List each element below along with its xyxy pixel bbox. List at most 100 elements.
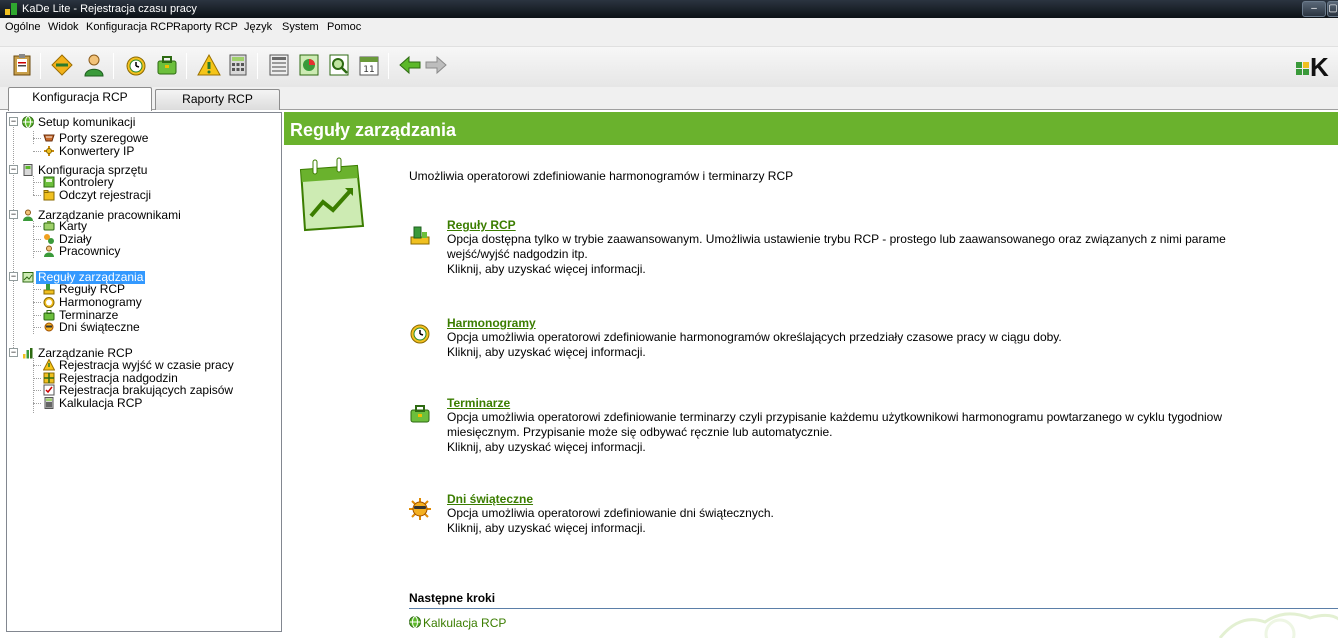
alarm-clock-icon [410,324,430,344]
next-step-link[interactable]: Kalkulacja RCP [409,616,506,631]
alarm-clock-icon[interactable] [124,53,148,77]
warning-person-icon[interactable] [197,53,221,77]
navigation-tree[interactable]: − Setup komunikacji Porty szeregowe Konw… [6,112,282,632]
calendar-icon[interactable]: 11 [357,53,381,77]
menu-bar: Ogólne Widok Konfiguracja RCP Raporty RC… [0,18,1338,47]
tree-label: Odczyt rejestracji [59,188,152,202]
users-icon [23,209,33,221]
toolbar: 11 K [0,47,1338,87]
card-icon [43,221,55,231]
title-bar: KaDe Lite - Rejestracja czasu pracy – ▢ [0,0,1338,18]
more-info-link[interactable]: Kliknij, aby uzyskać więcej informacji. [447,521,1338,536]
network-icon[interactable] [50,53,74,77]
rules-calendar-icon [22,272,34,283]
maximize-button[interactable]: ▢ [1327,1,1338,17]
link-terminarze[interactable]: Terminarze [447,396,510,411]
intro-text: Umożliwia operatorowi zdefiniowanie harm… [409,169,794,183]
menu-ogolne[interactable]: Ogólne [4,20,41,34]
collapse-toggle[interactable]: − [9,117,18,126]
app-icon [5,3,17,15]
calculator-icon [44,397,54,409]
calculator-icon[interactable] [226,53,250,77]
briefcase-icon [43,310,55,321]
kade-logo: K [1296,53,1329,81]
tree-label: Kalkulacja RCP [59,396,143,410]
next-steps-heading: Następne kroki [409,591,1338,609]
briefcase-icon[interactable] [155,53,179,77]
link-harmonogramy[interactable]: Harmonogramy [447,316,536,331]
description-line: miesięcznym. Przypisanie może się odbywa… [447,425,833,439]
collapse-toggle[interactable]: − [9,272,18,281]
page-title: Reguły zarządzania [284,112,1338,145]
section-terminarze: Terminarze Opcja umożliwia operatorowi z… [409,396,1338,456]
bar-chart-icon [23,348,33,359]
toolbar-separator [186,53,187,79]
user-icon [44,245,54,257]
departments-icon [44,234,54,244]
minimize-button[interactable]: – [1302,1,1326,17]
next-step-label: Kalkulacja RCP [423,616,507,630]
checklist-icon [43,384,55,396]
content-panel: Reguły zarządzania Umożliwia operatorowi… [284,112,1338,638]
calendar-chart-icon [299,157,365,232]
more-info-link[interactable]: Kliknij, aby uzyskać więcej informacji. [447,440,1338,455]
link-reguly-rcp[interactable]: Reguły RCP [447,218,516,233]
back-arrow-icon[interactable] [398,53,422,77]
grid-table-icon [43,372,55,384]
description-line: Opcja dostępna tylko w trybie zaawansowa… [447,232,1226,246]
chart-report-icon[interactable] [297,53,321,77]
collapse-toggle[interactable]: − [9,165,18,174]
tree-label: Dni świąteczne [59,320,140,334]
collapse-toggle[interactable]: − [9,210,18,219]
tree-label: Setup komunikacji [38,115,136,129]
tab-raporty-rcp[interactable]: Raporty RCP [155,89,280,110]
section-description: Opcja umożliwia operatorowi zdefiniowani… [447,410,1338,455]
sun-icon [409,498,431,520]
link-dni-swiateczne[interactable]: Dni świąteczne [447,492,533,507]
menu-pomoc[interactable]: Pomoc [326,20,362,34]
rules-rcp-icon [410,226,430,245]
toolbar-separator [113,53,114,79]
sun-icon [44,322,54,332]
collapse-toggle[interactable]: − [9,348,18,357]
alarm-clock-icon [43,297,55,308]
section-description: Opcja umożliwia operatorowi zdefiniowani… [447,330,1338,360]
menu-konfiguracja-rcp[interactable]: Konfiguracja RCP [85,20,174,34]
globe-icon [409,616,421,628]
tree-label: Konwertery IP [59,144,135,158]
section-harmonogramy: Harmonogramy Opcja umożliwia operatorowi… [409,316,1338,361]
toolbar-separator [388,53,389,79]
menu-jezyk[interactable]: Język [243,20,273,34]
more-info-link[interactable]: Kliknij, aby uzyskać więcej informacji. [447,345,1338,360]
section-description: Opcja dostępna tylko w trybie zaawansowa… [447,232,1338,277]
toolbar-separator [40,53,41,79]
user-icon[interactable] [82,53,106,77]
more-info-link[interactable]: Kliknij, aby uzyskać więcej informacji. [447,262,1338,277]
serial-port-icon [43,134,55,142]
toolbar-separator [257,53,258,79]
svg-text:11: 11 [363,65,374,75]
warning-person-icon [43,359,55,371]
description-line: Opcja umożliwia operatorowi zdefiniowani… [447,506,774,520]
section-description: Opcja umożliwia operatorowi zdefiniowani… [447,506,1338,536]
hardware-icon [23,164,33,176]
section-dni-swiateczne: Dni świąteczne Opcja umożliwia operatoro… [409,492,1338,537]
clipboard-icon[interactable] [10,53,34,77]
rules-rcp-icon [43,284,55,295]
menu-widok[interactable]: Widok [47,20,80,34]
logo-text: K [1310,52,1329,82]
description-line: Opcja umożliwia operatorowi zdefiniowani… [447,330,1062,344]
search-report-icon[interactable] [327,53,351,77]
tab-konfiguracja-rcp[interactable]: Konfiguracja RCP [8,87,152,111]
menu-raporty-rcp[interactable]: Raporty RCP [172,20,239,34]
menu-system[interactable]: System [281,20,320,34]
tree-label: Pracownicy [59,244,121,258]
globe-icon [22,116,34,128]
forward-arrow-icon[interactable] [424,53,448,77]
description-line: Opcja umożliwia operatorowi zdefiniowani… [447,410,1223,424]
controller-icon [43,176,55,188]
decorative-watermark [1218,612,1338,638]
briefcase-icon [410,405,430,423]
tab-strip: Konfiguracja RCP Raporty RCP [0,87,1338,111]
report-icon[interactable] [267,53,291,77]
